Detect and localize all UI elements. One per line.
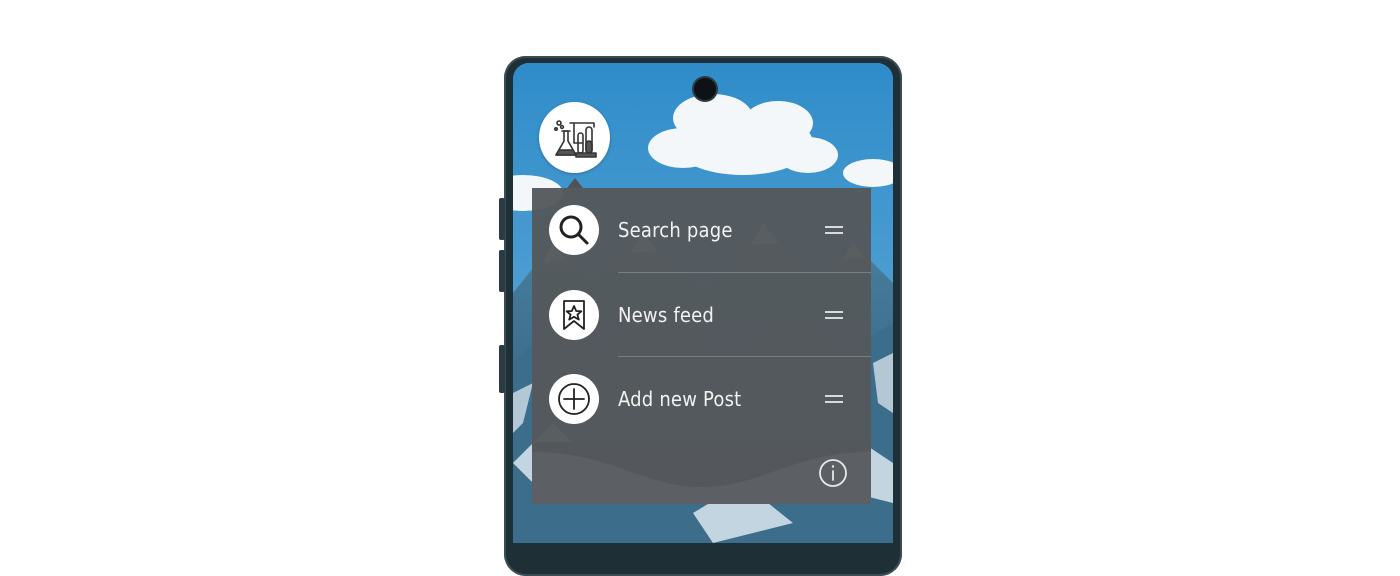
- add-circle-icon: [558, 383, 590, 415]
- shortcut-icon-wrap: [549, 205, 599, 255]
- drag-handle-icon[interactable]: [825, 311, 843, 319]
- shortcut-search-page[interactable]: Search page: [532, 188, 871, 272]
- info-icon[interactable]: [818, 458, 848, 488]
- side-button: [499, 250, 505, 292]
- app-icon-lab[interactable]: [539, 102, 610, 173]
- app-shortcuts-popup: Search page News feed Add new Post: [532, 188, 871, 504]
- lab-flask-icon: [553, 119, 597, 158]
- shortcut-label: Search page: [618, 218, 733, 242]
- search-icon: [559, 215, 589, 245]
- drag-handle-icon[interactable]: [825, 395, 843, 403]
- shortcut-label: Add new Post: [618, 387, 742, 411]
- popup-pointer: [567, 178, 583, 188]
- popup-footer: [532, 442, 871, 504]
- shortcut-label: News feed: [618, 303, 715, 327]
- side-button: [499, 345, 505, 393]
- shortcut-icon-wrap: [549, 374, 599, 424]
- shortcut-icon-wrap: [549, 290, 599, 340]
- shortcut-add-new-post[interactable]: Add new Post: [532, 357, 871, 441]
- side-button: [499, 198, 505, 240]
- shortcut-news-feed[interactable]: News feed: [532, 273, 871, 357]
- drag-handle-icon[interactable]: [825, 226, 843, 234]
- front-camera: [694, 78, 716, 100]
- bookmark-star-icon: [563, 300, 585, 330]
